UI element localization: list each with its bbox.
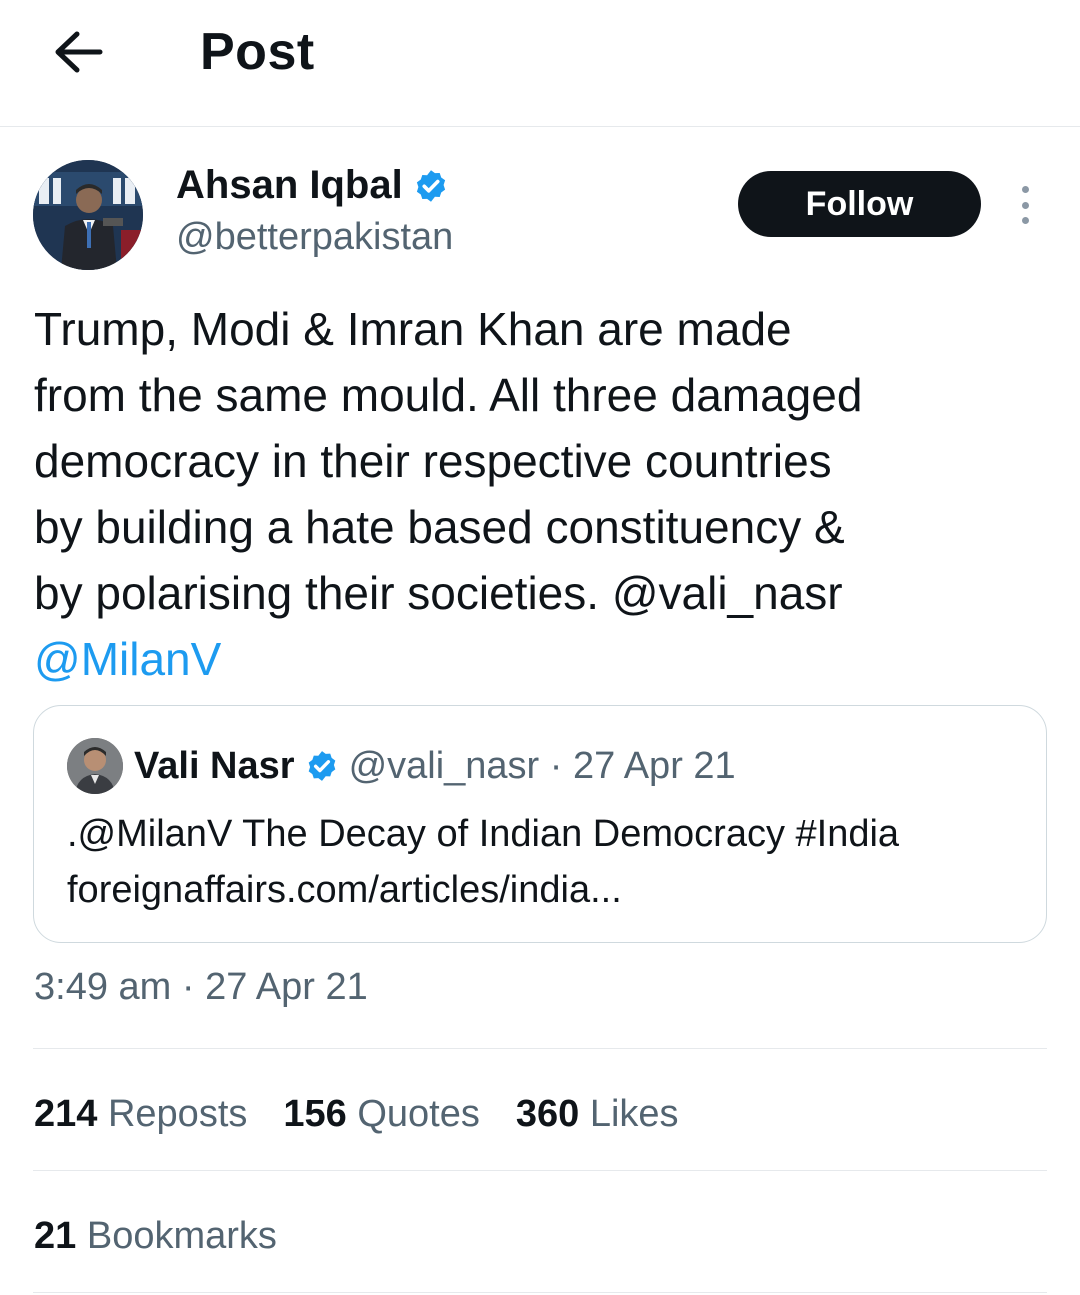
tweet-text: Trump, Modi & Imran Khan are made from t… (34, 296, 1044, 692)
bookmarks-stat[interactable]: 21 Bookmarks (34, 1208, 277, 1264)
reposts-stat[interactable]: 214 Reposts (34, 1093, 247, 1136)
engagement-stats: 214 Reposts 156 Quotes 360 Likes (34, 1086, 679, 1142)
divider (33, 1048, 1047, 1049)
author-name[interactable]: Ahsan Iqbal (176, 163, 449, 208)
quoted-author-avatar (67, 738, 123, 794)
reposts-label: Reposts (107, 1092, 248, 1135)
quotes-count: 156 (283, 1092, 347, 1135)
quoted-tweet-card[interactable]: Vali Nasr @vali_nasr · 27 Apr 21 .@Milan… (33, 705, 1047, 943)
bookmarks-label: Bookmarks (86, 1214, 277, 1257)
likes-count: 360 (515, 1092, 580, 1135)
mention-link[interactable]: @MilanV (34, 626, 1044, 692)
arrow-left-icon (55, 31, 103, 73)
quotes-label: Quotes (357, 1092, 480, 1135)
post-timestamp[interactable]: 3:49 am · 27 Apr 21 (34, 966, 368, 1009)
quotes-stat[interactable]: 156 Quotes (283, 1093, 480, 1136)
quoted-text: .@MilanV The Decay of Indian Democracy #… (67, 806, 1027, 918)
likes-stat[interactable]: 360 Likes (516, 1093, 679, 1136)
divider (33, 1170, 1047, 1171)
reposts-count: 214 (34, 1092, 98, 1135)
verified-badge-icon (308, 751, 335, 781)
tweet-line: by polarising their societies. @vali_nas… (34, 567, 843, 619)
tweet-line: democracy in their respective countries (34, 435, 832, 487)
quoted-header: Vali Nasr @vali_nasr · 27 Apr 21 (134, 738, 736, 794)
quoted-line: foreignaffairs.com/articles/india... (67, 869, 622, 911)
tweet-line: from the same mould. All three damaged (34, 369, 863, 421)
follow-button[interactable]: Follow (738, 171, 981, 237)
quoted-handle-date: @vali_nasr · 27 Apr 21 (348, 744, 736, 787)
top-bar: Post (0, 0, 1080, 127)
bookmarks-count: 21 (34, 1214, 77, 1257)
likes-label: Likes (589, 1092, 679, 1135)
quoted-line: .@MilanV The Decay of Indian Democracy #… (67, 813, 900, 855)
tweet-line: Trump, Modi & Imran Khan are made (34, 303, 792, 355)
page-title: Post (200, 23, 315, 81)
quoted-author-name: Vali Nasr (134, 744, 295, 787)
more-options-icon[interactable] (1008, 182, 1042, 228)
tweet-line: by building a hate based constituency & (34, 501, 845, 553)
back-button[interactable] (50, 24, 106, 80)
author-avatar[interactable] (33, 160, 143, 270)
divider (33, 1292, 1047, 1293)
author-handle[interactable]: @betterpakistan (176, 216, 453, 259)
verified-badge-icon (416, 169, 445, 202)
author-name-text: Ahsan Iqbal (176, 163, 403, 207)
